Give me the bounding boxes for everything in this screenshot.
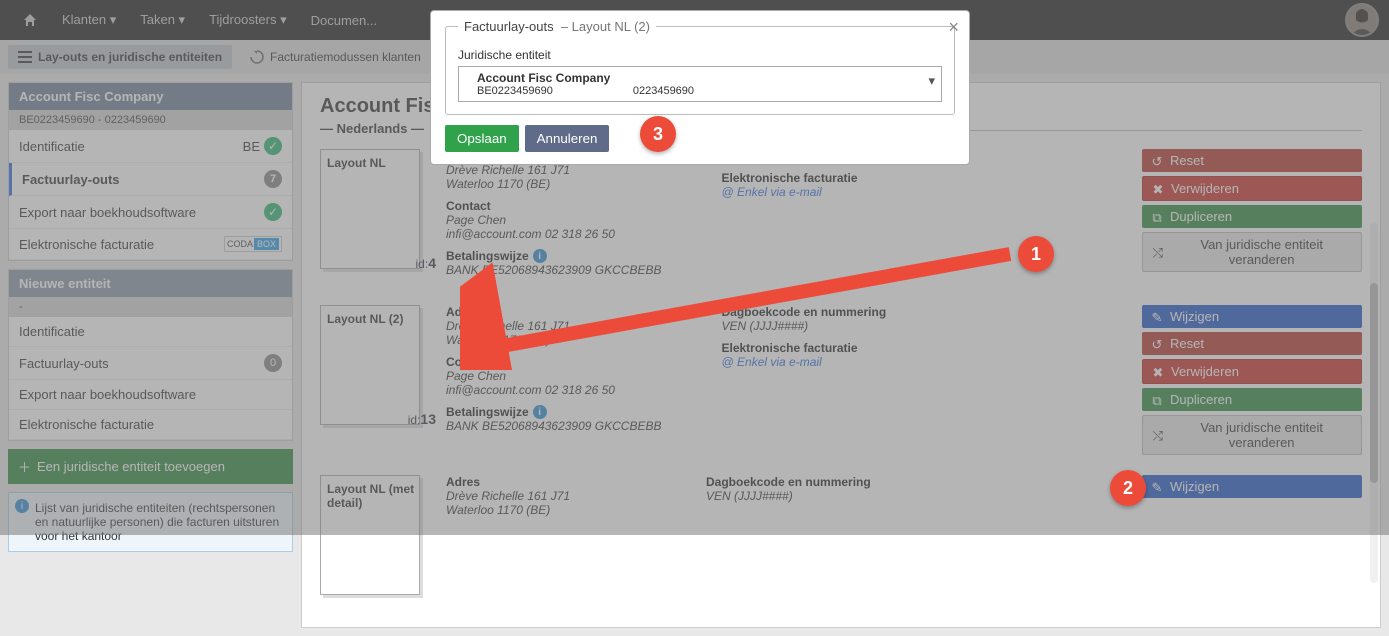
save-button[interactable]: Opslaan — [445, 125, 519, 152]
close-icon[interactable]: × — [948, 17, 959, 38]
entity-select[interactable]: Account Fisc Company BE0223459690 022345… — [458, 66, 942, 102]
callout-2: 2 — [1110, 470, 1146, 506]
modal-legend: Factuurlay-outs – Layout NL (2) — [458, 19, 656, 34]
callout-3: 3 — [640, 116, 676, 152]
field-label: Juridische entiteit — [458, 48, 942, 62]
chevron-down-icon: ▾ — [928, 73, 935, 89]
callout-1: 1 — [1018, 236, 1054, 272]
modal-change-entity: × Factuurlay-outs – Layout NL (2) Juridi… — [430, 10, 970, 165]
cancel-button[interactable]: Annuleren — [525, 125, 610, 152]
